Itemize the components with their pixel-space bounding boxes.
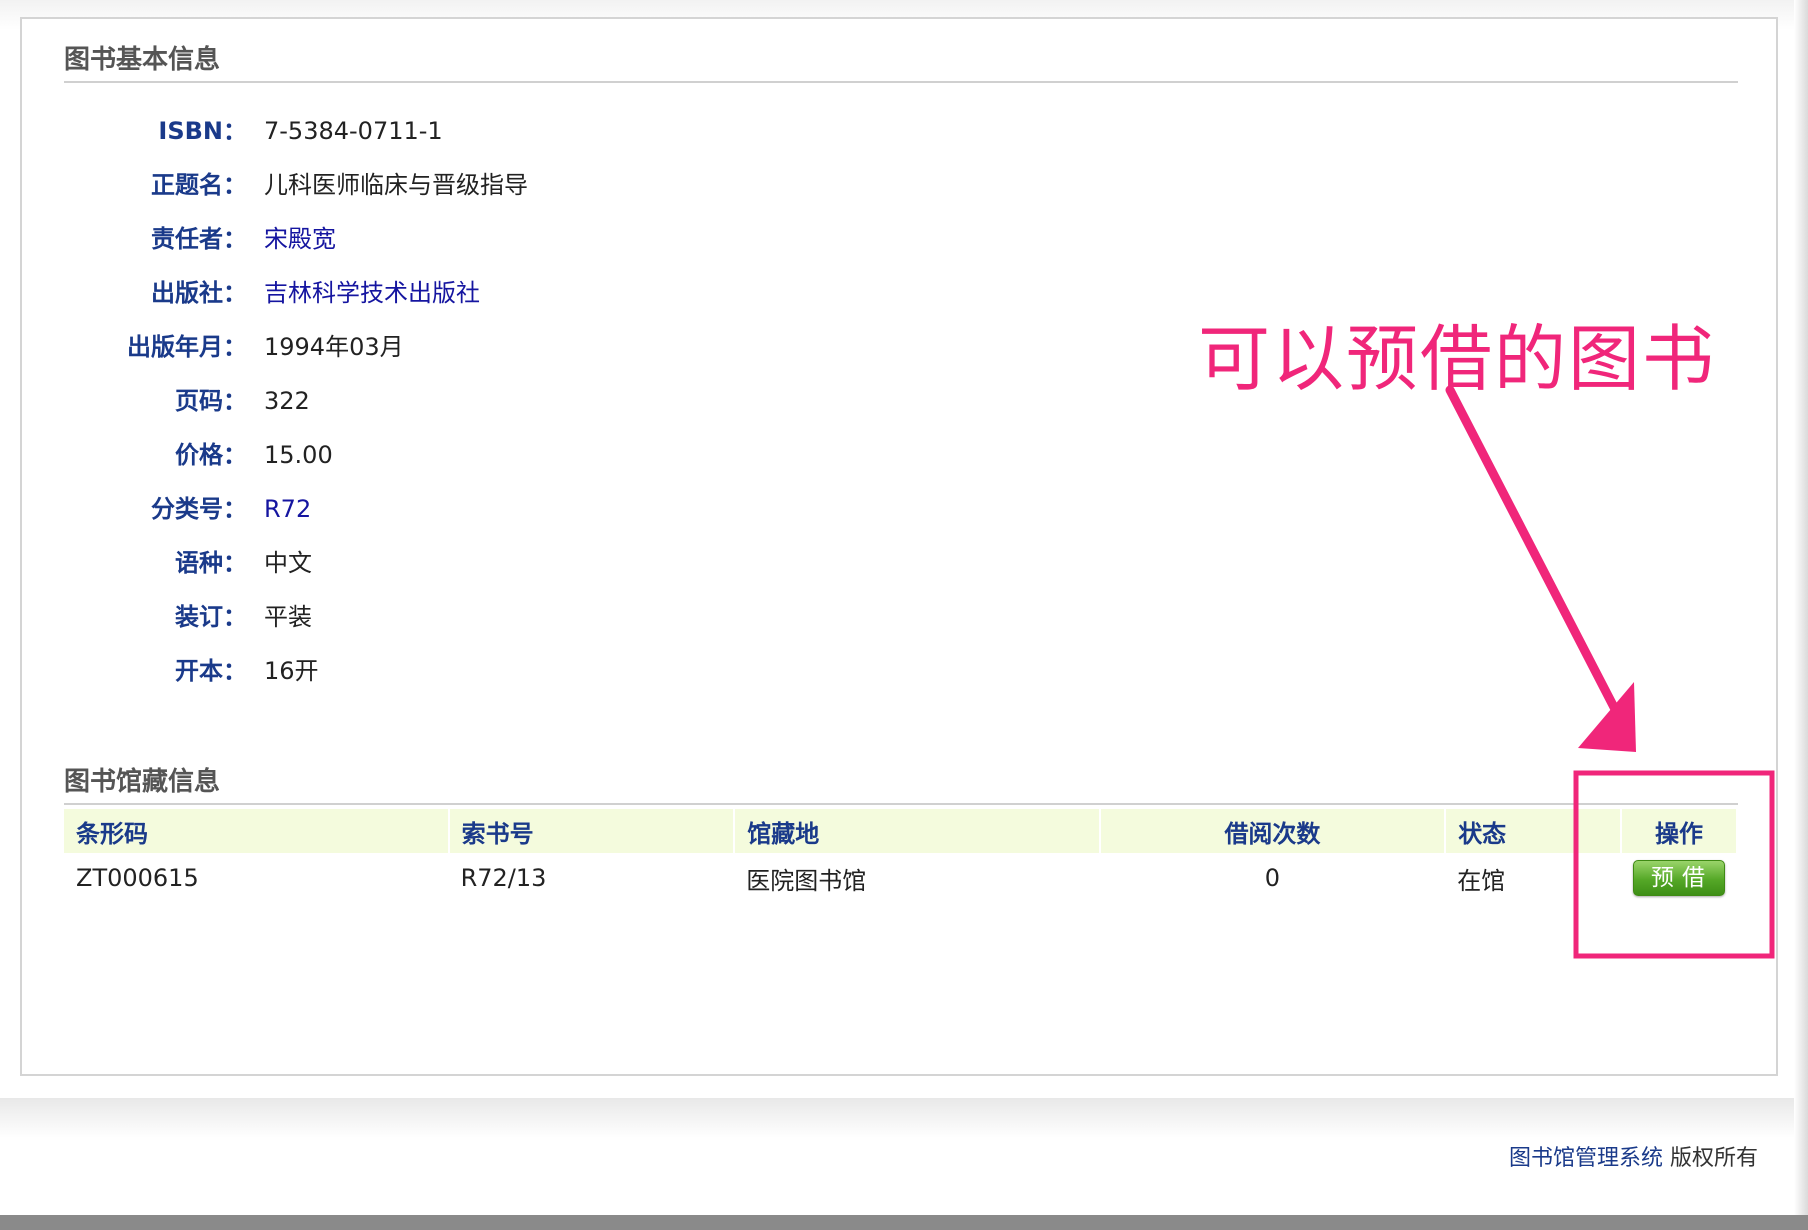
footer-text: 图书馆管理系统 版权所有 [1509,1140,1758,1172]
field-class: 分类号： R72 [22,489,922,529]
table-header-row: 条形码 索书号 馆藏地 借阅次数 状态 操作 [64,809,1738,853]
location-cell: 医院图书馆 [746,866,867,895]
basic-info-title: 图书基本信息 [64,39,1738,83]
col-action: 操作 [1621,809,1738,853]
field-value: 322 [264,387,310,415]
field-pages: 页码： 322 [22,381,922,421]
field-label: 页码： [175,387,247,415]
holdings-table: 条形码 索书号 馆藏地 借阅次数 状态 操作 ZT000615 R72/13 医… [64,809,1738,903]
barcode-cell: ZT000615 [76,864,199,892]
field-label: ISBN： [158,117,247,145]
field-label: 分类号： [151,495,247,523]
field-label: 装订： [175,603,247,631]
publisher-link[interactable]: 吉林科学技术出版社 [264,273,480,313]
classification-link[interactable]: R72 [264,489,311,529]
col-location: 馆藏地 [734,809,1101,853]
footer-rights: 版权所有 [1663,1146,1758,1171]
col-barcode: 条形码 [64,809,450,853]
field-label: 开本： [175,657,247,685]
field-label: 出版年月： [127,333,247,361]
field-value: 16开 [264,657,319,685]
field-label: 责任者： [151,225,247,253]
field-format: 开本： 16开 [22,651,922,691]
field-author: 责任者： 宋殿宽 [22,219,922,259]
action-cell: 预借 [1621,853,1737,903]
field-value: 儿科医师临床与晋级指导 [264,171,528,199]
window-edge [1794,0,1808,1230]
field-isbn: ISBN： 7-5384-0711-1 [22,111,922,151]
col-borrow-count: 借阅次数 [1099,809,1447,853]
reserve-button[interactable]: 预借 [1633,860,1725,896]
field-title: 正题名： 儿科医师临床与晋级指导 [22,165,922,205]
author-link[interactable]: 宋殿宽 [264,219,336,259]
field-price: 价格： 15.00 [22,435,922,475]
call-number-cell: R72/13 [460,864,547,892]
field-value: 平装 [264,603,312,631]
field-label: 价格： [175,441,247,469]
field-label: 正题名： [151,171,247,199]
status-cell: 在馆 [1457,866,1506,895]
annotation-text: 可以预借的图书 [1198,317,1717,401]
field-value: 1994年03月 [264,333,404,361]
field-value: 7-5384-0711-1 [264,117,443,145]
holdings-title: 图书馆藏信息 [64,761,1738,805]
field-value: 15.00 [264,441,333,469]
window-bottom-bar [0,1215,1808,1230]
col-status: 状态 [1445,809,1622,853]
field-binding: 装订： 平装 [22,597,922,637]
field-label: 出版社： [151,279,247,307]
table-row: ZT000615 R72/13 医院图书馆 0 在馆 预借 [64,853,1737,903]
field-language: 语种： 中文 [22,543,922,583]
field-value: 中文 [264,549,312,577]
field-label: 语种： [175,549,247,577]
footer-system-name: 图书馆管理系统 [1508,1146,1663,1171]
borrow-count-cell: 0 [1264,864,1281,892]
content-card: 图书基本信息 ISBN： 7-5384-0711-1 正题名： 儿科医师临床与晋… [20,17,1778,1076]
field-publisher: 出版社： 吉林科学技术出版社 [22,273,922,313]
col-call-number: 索书号 [448,809,736,853]
field-pub-date: 出版年月： 1994年03月 [22,327,922,367]
